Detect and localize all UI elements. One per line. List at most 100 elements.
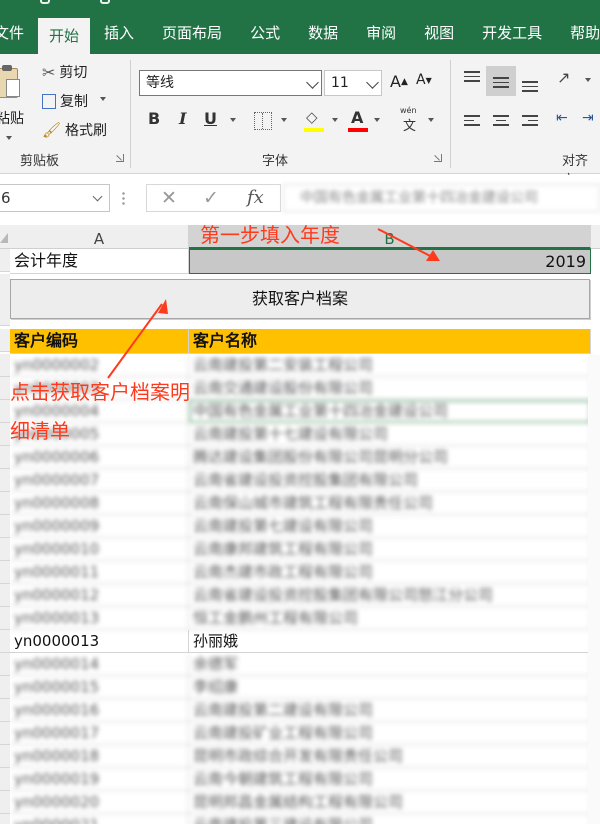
align-top-icon[interactable]	[464, 68, 480, 85]
customer-code-cell[interactable]: yn0000017	[10, 722, 189, 745]
customer-name-cell[interactable]: 李绍康	[189, 676, 591, 699]
customer-code-cell[interactable]: yn0000003	[10, 377, 189, 400]
chevron-down-icon[interactable]	[585, 78, 591, 82]
increase-indent-button[interactable]: ⇥	[582, 110, 594, 126]
increase-font-size-button[interactable]: A ▲	[390, 72, 408, 91]
align-right-icon[interactable]	[522, 112, 538, 129]
row-header[interactable]	[0, 274, 10, 326]
align-middle-icon[interactable]	[493, 74, 509, 91]
column-header-a[interactable]: A	[10, 225, 189, 249]
chevron-down-icon[interactable]	[332, 118, 338, 122]
customer-code-cell[interactable]: yn0000008	[10, 492, 189, 515]
confirm-icon[interactable]: ✓	[203, 185, 219, 211]
insert-function-icon[interactable]: fx	[247, 185, 264, 211]
tab-data[interactable]: 数据	[294, 12, 352, 54]
cancel-icon[interactable]: ✕	[161, 185, 177, 211]
get-customer-archive-button[interactable]: 获取客户档案	[10, 279, 590, 319]
customer-name-cell[interactable]: 云南康邦建筑工程有限公司	[189, 538, 591, 561]
align-center-icon[interactable]	[493, 112, 509, 129]
customer-code-cell[interactable]: yn0000007	[10, 469, 189, 492]
underline-button[interactable]: U	[204, 109, 217, 128]
format-painter-button[interactable]: 🖌 格式刷	[42, 120, 107, 140]
undo-icon[interactable]	[100, 0, 110, 4]
customer-name-cell[interactable]: 昆明市政综合开发有限责任公司	[189, 745, 591, 768]
font-size-select[interactable]: 11	[324, 70, 382, 96]
italic-button[interactable]: I	[179, 109, 186, 128]
customer-code-cell[interactable]: yn0000009	[10, 515, 189, 538]
customer-name-cell[interactable]: 云南省建设投资控股集团有限公司	[189, 469, 591, 492]
row-header[interactable]	[0, 768, 10, 791]
customer-name-cell[interactable]: 云南建投第二安装工程公司	[189, 354, 591, 377]
customer-name-cell[interactable]: 云南建投第二建设有限公司	[189, 699, 591, 722]
customer-code-cell[interactable]: yn0000011	[10, 561, 189, 584]
row-header[interactable]	[0, 492, 10, 515]
save-icon[interactable]	[40, 0, 50, 4]
customer-name-cell[interactable]: 腾达建设集团股份有限公司昆明分公司	[189, 446, 591, 469]
row-header[interactable]	[0, 377, 10, 400]
vertical-scrollbar[interactable]	[588, 355, 600, 824]
row-header[interactable]	[0, 249, 10, 272]
customer-code-cell[interactable]: yn0000021	[10, 814, 189, 824]
decrease-font-size-button[interactable]: A ▼	[416, 72, 432, 88]
customer-code-cell[interactable]: yn0000016	[10, 699, 189, 722]
column-header-b[interactable]: B	[189, 225, 591, 249]
row-header[interactable]	[0, 329, 10, 352]
tab-developer[interactable]: 开发工具	[468, 12, 556, 54]
customer-name-cell[interactable]: 余德军	[189, 653, 591, 676]
customer-name-cell[interactable]: 云南建投第三建设有限公司	[189, 814, 591, 824]
customer-code-cell[interactable]: yn0000014	[10, 653, 189, 676]
formula-bar-grip[interactable]	[122, 191, 125, 207]
row-header[interactable]	[0, 423, 10, 446]
customer-name-cell[interactable]: 昆明邦昌金属结构工程有限公司	[189, 791, 591, 814]
cell-b1-year[interactable]: 2019	[189, 249, 591, 274]
cut-button[interactable]: ✂ 剪切	[42, 62, 87, 82]
customer-code-cell[interactable]: yn0000002	[10, 354, 189, 377]
header-customer-name[interactable]: 客户名称	[189, 329, 591, 354]
copy-button[interactable]: 复制	[42, 91, 106, 111]
row-header[interactable]	[0, 676, 10, 699]
customer-name-cell[interactable]: 云南建投矿业工程有限公司	[189, 722, 591, 745]
customer-name-cell[interactable]: 云南交通建设股份有限公司	[189, 377, 591, 400]
customer-code-cell[interactable]: yn0000005	[10, 423, 189, 446]
customer-name-cell[interactable]: 中国有色金属工业第十四冶金建设公司	[189, 400, 591, 423]
align-left-icon[interactable]	[464, 112, 480, 129]
row-header[interactable]	[0, 745, 10, 768]
decrease-indent-button[interactable]: ⇤	[556, 110, 568, 126]
customer-name-cell[interactable]: 云南建投第七建设有限公司	[189, 515, 591, 538]
tab-help[interactable]: 帮助	[556, 12, 600, 54]
customer-code-cell[interactable]: yn0000004	[10, 400, 189, 423]
tab-page-layout[interactable]: 页面布局	[148, 12, 236, 54]
customer-code-cell[interactable]: yn0000010	[10, 538, 189, 561]
tab-review[interactable]: 审阅	[352, 12, 410, 54]
row-header[interactable]	[0, 653, 10, 676]
customer-code-cell[interactable]: yn0000013	[10, 630, 189, 653]
header-customer-code[interactable]: 客户编码	[10, 329, 189, 354]
font-color-button[interactable]: A	[348, 108, 370, 134]
customer-code-cell[interactable]: yn0000019	[10, 768, 189, 791]
tab-file[interactable]: 文件	[0, 12, 38, 54]
row-header[interactable]	[0, 584, 10, 607]
tab-insert[interactable]: 插入	[90, 12, 148, 54]
customer-code-cell[interactable]: yn0000012	[10, 584, 189, 607]
row-header[interactable]	[0, 699, 10, 722]
phonetic-guide-button[interactable]: wén 文	[400, 106, 422, 134]
paste-button[interactable]: 粘贴	[0, 60, 30, 140]
customer-code-cell[interactable]: yn0000006	[10, 446, 189, 469]
row-header[interactable]	[0, 607, 10, 630]
customer-name-cell[interactable]: 恒工金鹏州工程有限公司	[189, 607, 591, 630]
chevron-down-icon[interactable]	[428, 118, 434, 122]
tab-formulas[interactable]: 公式	[236, 12, 294, 54]
font-name-select[interactable]: 等线	[139, 70, 322, 96]
fill-color-button[interactable]: ◇	[304, 108, 328, 134]
align-bottom-icon[interactable]	[522, 78, 538, 95]
row-header[interactable]	[0, 814, 10, 824]
customer-name-cell[interactable]: 云南今朝建筑工程有限公司	[189, 768, 591, 791]
customer-name-cell[interactable]: 孙丽娥	[189, 630, 591, 653]
customer-name-cell[interactable]: 云南杰建市政工程有限公司	[189, 561, 591, 584]
chevron-down-icon[interactable]	[374, 118, 380, 122]
dialog-launcher-icon[interactable]	[116, 154, 124, 162]
bold-button[interactable]: B	[148, 109, 160, 128]
customer-code-cell[interactable]: yn0000018	[10, 745, 189, 768]
row-header[interactable]	[0, 446, 10, 469]
row-header[interactable]	[0, 791, 10, 814]
